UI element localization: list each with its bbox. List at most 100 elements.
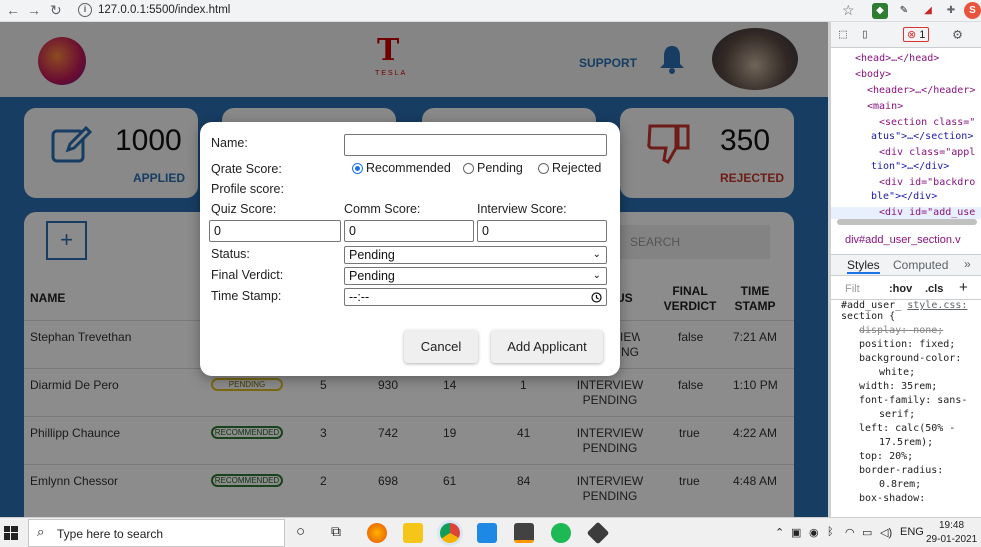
hov-toggle[interactable]: :hov (889, 283, 912, 295)
new-rule-icon[interactable]: + (959, 279, 968, 296)
qrate-recommended-label[interactable]: Recommended (366, 161, 451, 175)
extensions-puzzle-icon[interactable]: ✚ (943, 3, 959, 19)
cortana-icon[interactable]: ○ (296, 523, 305, 540)
sublime-icon[interactable] (514, 523, 534, 543)
css-rule-value[interactable]: white; (831, 367, 981, 379)
css-rule-value[interactable]: 17.5rem); (831, 437, 981, 449)
add-applicant-submit-button[interactable]: Add Applicant (491, 330, 603, 363)
windows-start-icon[interactable] (4, 526, 18, 540)
inspect-icon[interactable]: ⬚ (839, 27, 847, 42)
tray-bluetooth-icon[interactable]: ᛒ (827, 526, 834, 538)
profile-avatar[interactable]: S (964, 2, 981, 19)
dom-node[interactable]: ble"></div> (831, 191, 981, 203)
wifi-icon[interactable]: ◠ (845, 526, 855, 539)
cls-toggle[interactable]: .cls (925, 283, 943, 295)
qrate-label: Qrate Score: (211, 162, 282, 176)
spotify-icon[interactable] (551, 523, 571, 543)
dom-node[interactable]: atus">…</section> (831, 131, 981, 143)
timestamp-field[interactable]: --:-- (344, 288, 607, 306)
timestamp-value: --:-- (349, 290, 370, 304)
dom-node[interactable]: <main> (831, 101, 981, 113)
device-toggle-icon[interactable]: ▯ (861, 27, 869, 42)
clock-time[interactable]: 19:48 (939, 520, 964, 531)
back-icon[interactable]: ← (6, 2, 20, 18)
windows-taskbar: Type here to search ⌕ ○ ⧉ ⌃ ▣ ◉ ᛒ ◠ ▭ ◁)… (0, 517, 981, 547)
css-rule[interactable]: position: fixed; (831, 339, 981, 351)
qrate-recommended-radio[interactable] (352, 163, 363, 174)
css-rule[interactable]: width: 35rem; (831, 381, 981, 393)
error-count-badge[interactable]: ⊗ 1 (903, 27, 930, 42)
tab-styles[interactable]: Styles (847, 258, 880, 274)
add-applicant-modal: Name: Qrate Score: Recommended Pending R… (200, 122, 620, 376)
styles-filter-input[interactable]: Filt (845, 283, 860, 295)
horizontal-scrollbar[interactable] (837, 219, 977, 225)
volume-icon[interactable]: ◁) (880, 526, 892, 539)
vscode-icon[interactable] (477, 523, 497, 543)
git-icon[interactable] (586, 521, 610, 545)
extension-icon-1[interactable]: ◆ (872, 3, 888, 19)
css-rule[interactable]: box-shadow: (831, 493, 981, 505)
dom-node[interactable]: <header>…</header> (831, 85, 981, 97)
extension-icon-2[interactable]: ✎ (896, 3, 912, 19)
cancel-button[interactable]: Cancel (404, 330, 478, 363)
css-rule[interactable]: left: calc(50% - (831, 423, 981, 435)
chevron-down-icon: ⌄ (592, 270, 601, 281)
qrate-pending-label[interactable]: Pending (477, 161, 523, 175)
tab-computed[interactable]: Computed (893, 258, 948, 272)
battery-icon[interactable]: ▭ (862, 526, 872, 539)
tray-device-icon[interactable]: ▣ (791, 526, 801, 539)
css-rule[interactable]: top: 20%; (831, 451, 981, 463)
css-rule[interactable]: background-color: (831, 353, 981, 365)
chevron-down-icon: ⌄ (592, 249, 601, 260)
quiz-score-field[interactable]: 0 (209, 220, 341, 242)
language-indicator[interactable]: ENG (900, 526, 924, 538)
firefox-icon[interactable] (367, 523, 387, 543)
more-tabs-icon[interactable]: » (964, 257, 971, 271)
dom-node[interactable]: <div class="appl (831, 147, 981, 159)
chrome-icon[interactable] (440, 523, 460, 543)
devtools-toolbar: ⬚ ▯ ⊗ 1 ⚙ (831, 22, 981, 48)
error-icon: ⊗ (907, 29, 917, 41)
tray-chevron-up-icon[interactable]: ⌃ (775, 526, 784, 539)
error-count: 1 (919, 29, 926, 41)
qrate-rejected-radio[interactable] (538, 163, 549, 174)
bookmark-star-icon[interactable]: ☆ (842, 2, 855, 19)
extension-icon-3[interactable]: ◢ (920, 3, 936, 19)
devtools-panel: ⬚ ▯ ⊗ 1 ⚙ <head>…</head> <body> <header>… (828, 22, 981, 517)
dom-node[interactable]: tion">…</div> (831, 161, 981, 173)
comm-score-label: Comm Score: (344, 202, 421, 216)
dom-node[interactable]: <head>…</head> (831, 53, 981, 65)
dom-node[interactable]: <div id="backdro (831, 177, 981, 189)
site-info-icon[interactable]: i (78, 3, 92, 17)
name-label: Name: (211, 136, 248, 150)
css-rule-value[interactable]: serif; (831, 409, 981, 421)
task-view-icon[interactable]: ⧉ (331, 523, 341, 540)
address-bar[interactable]: 127.0.0.1:5500/index.html (98, 4, 230, 16)
forward-icon[interactable]: → (27, 2, 41, 18)
devtools-subtabs: Styles Computed » (831, 254, 981, 276)
dom-node-selected[interactable]: <div id="add_use (831, 207, 981, 219)
settings-gear-icon[interactable]: ⚙ (953, 25, 962, 43)
qrate-rejected-label[interactable]: Rejected (552, 161, 601, 175)
interview-score-field[interactable]: 0 (477, 220, 607, 242)
reload-icon[interactable]: ↻ (50, 2, 62, 19)
dom-node[interactable]: <section class=" (831, 117, 981, 129)
css-rule[interactable]: display: none; (831, 325, 981, 337)
tray-app-icon[interactable]: ◉ (809, 526, 819, 539)
comm-score-field[interactable]: 0 (344, 220, 474, 242)
qrate-pending-radio[interactable] (463, 163, 474, 174)
verdict-select[interactable]: Pending ⌄ (344, 267, 607, 285)
dom-node[interactable]: <body> (831, 69, 981, 81)
taskbar-search[interactable]: Type here to search (28, 519, 285, 547)
css-rule[interactable]: font-family: sans- (831, 395, 981, 407)
file-explorer-icon[interactable] (403, 523, 423, 543)
status-select[interactable]: Pending ⌄ (344, 246, 607, 264)
clock-date[interactable]: 29-01-2021 (926, 534, 977, 545)
clock-icon[interactable] (591, 292, 602, 303)
css-selector: section { (841, 311, 896, 322)
dom-breadcrumb[interactable]: div#add_user_section.v (831, 234, 981, 246)
css-rule-value[interactable]: 0.8rem; (831, 479, 981, 491)
name-field[interactable] (344, 134, 607, 156)
css-rule[interactable]: border-radius: (831, 465, 981, 477)
search-icon: ⌕ (37, 524, 45, 539)
